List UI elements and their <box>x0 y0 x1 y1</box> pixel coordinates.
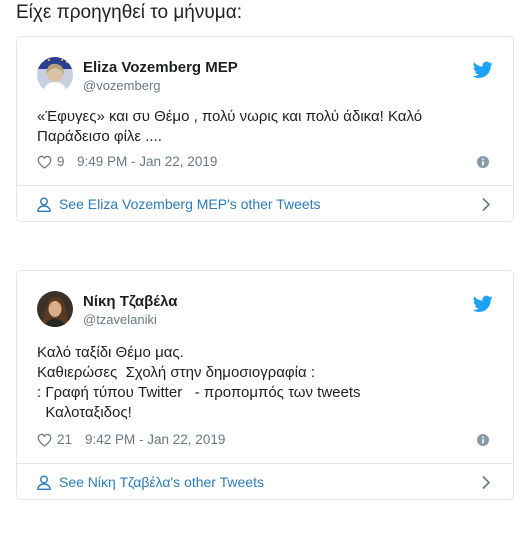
tweet-timestamp[interactable]: 9:49 PM - Jan 22, 2019 <box>77 154 217 169</box>
intro-text: Είχε προηγηθεί το μήνυμα: <box>16 2 242 23</box>
author-name[interactable]: Νίκη Τζαβέλα <box>83 293 177 310</box>
see-other-tweets-link[interactable]: See Νίκη Τζαβέλα's other Tweets <box>37 464 493 500</box>
tweet-header: Eliza Vozemberg MEP @vozemberg <box>37 57 493 97</box>
chevron-right-icon[interactable] <box>481 475 491 490</box>
tweet-timestamp[interactable]: 9:42 PM - Jan 22, 2019 <box>85 432 225 447</box>
twitter-bird-icon[interactable] <box>473 61 493 79</box>
tweet-text: «Έφυγες» και συ Θέμο , πολύ νωρις και πο… <box>37 107 493 147</box>
tweet-card[interactable]: Eliza Vozemberg MEP @vozemberg «Έφυγες» … <box>16 36 514 222</box>
tweet-text-line: : Γραφή τύπου Twitter - προπομπός των tw… <box>37 384 361 401</box>
info-icon[interactable] <box>477 156 489 168</box>
tweet-meta: 21 9:42 PM - Jan 22, 2019 <box>37 431 493 451</box>
like-count[interactable]: 9 <box>57 154 65 169</box>
author-name[interactable]: Eliza Vozemberg MEP <box>83 59 238 76</box>
see-other-tweets-label[interactable]: See Eliza Vozemberg MEP's other Tweets <box>59 196 321 212</box>
see-other-tweets-label[interactable]: See Νίκη Τζαβέλα's other Tweets <box>59 474 264 490</box>
heart-icon[interactable] <box>37 155 52 169</box>
tweet-text-line: Καλοταξιδος! <box>37 404 132 421</box>
person-icon <box>37 197 51 212</box>
chevron-right-icon[interactable] <box>481 197 491 212</box>
avatar[interactable] <box>37 57 73 93</box>
tweet-text-line: Παράδεισο φίλε .... <box>37 128 162 145</box>
author-handle[interactable]: @vozemberg <box>83 78 161 93</box>
author-handle[interactable]: @tzavelaniki <box>83 312 157 327</box>
tweet-header: Νίκη Τζαβέλα @tzavelaniki <box>37 291 493 331</box>
tweet-text-line: Καλό ταξίδι Θέμο μας. <box>37 344 184 361</box>
avatar[interactable] <box>37 291 73 327</box>
info-icon[interactable] <box>477 434 489 446</box>
like-count[interactable]: 21 <box>57 432 72 447</box>
see-other-tweets-link[interactable]: See Eliza Vozemberg MEP's other Tweets <box>37 186 493 222</box>
tweet-text: Καλό ταξίδι Θέμο μας. Καθιερώσες Σχολή σ… <box>37 343 493 423</box>
heart-icon[interactable] <box>37 433 52 447</box>
person-icon <box>37 475 51 490</box>
twitter-bird-icon[interactable] <box>473 295 493 313</box>
tweet-card[interactable]: Νίκη Τζαβέλα @tzavelaniki Καλό ταξίδι Θέ… <box>16 270 514 500</box>
tweet-meta: 9 9:49 PM - Jan 22, 2019 <box>37 153 493 173</box>
tweet-text-line: «Έφυγες» και συ Θέμο , πολύ νωρις και πο… <box>37 108 423 125</box>
tweet-text-line: Καθιερώσες Σχολή στην δημοσιογραφία : <box>37 364 315 381</box>
